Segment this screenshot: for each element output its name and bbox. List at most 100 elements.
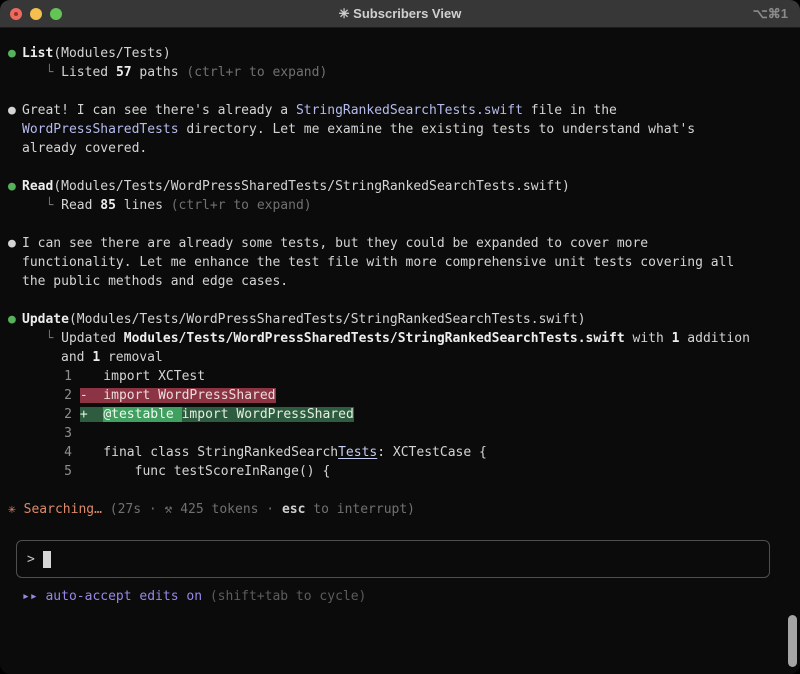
assistant-message-line: the public methods and edge cases. bbox=[8, 272, 792, 291]
scrollbar-thumb[interactable] bbox=[788, 615, 797, 667]
message-bullet-icon: ● bbox=[8, 101, 22, 120]
code-text: : XCTestCase { bbox=[377, 445, 487, 460]
assistant-message-line: WordPressSharedTests directory. Let me e… bbox=[8, 120, 792, 139]
status-line: ✳ Searching… (27s · ⚒ 425 tokens · esc t… bbox=[8, 500, 792, 519]
tool-result-update-cont: and 1 removal bbox=[8, 348, 792, 367]
file-name: StringRankedSearchTests.swift bbox=[296, 103, 523, 118]
message-text: already covered. bbox=[22, 141, 147, 156]
window-title: ✳ Subscribers View bbox=[339, 6, 462, 22]
assistant-message-line: ●Great! I can see there's already a Stri… bbox=[8, 101, 792, 120]
diff-line: 3 bbox=[8, 424, 792, 443]
diff-line: 4 final class StringRankedSearchTests: X… bbox=[8, 443, 792, 462]
message-text: the public methods and edge cases. bbox=[22, 274, 288, 289]
line-number: 2 bbox=[8, 405, 72, 424]
tool-bullet-icon: ● bbox=[8, 177, 22, 196]
titlebar: ✳ Subscribers View ⌥⌘1 bbox=[0, 0, 800, 28]
message-bullet-icon: ● bbox=[8, 234, 22, 253]
tool-call-update: ●Update(Modules/Tests/WordPressSharedTes… bbox=[8, 310, 792, 329]
updated-file-path: Modules/Tests/WordPressSharedTests/Strin… bbox=[124, 331, 625, 346]
mode-line: ▸▸ auto-accept edits on (shift+tab to cy… bbox=[8, 587, 792, 606]
tool-bullet-icon: ● bbox=[8, 44, 22, 63]
diff-line: 5 func testScoreInRange() { bbox=[8, 462, 792, 481]
added-word: @testable bbox=[103, 407, 181, 422]
directory-name: WordPressSharedTests bbox=[22, 122, 179, 137]
result-connector-icon: └ bbox=[22, 331, 61, 346]
tool-args: (Modules/Tests/WordPressSharedTests/Stri… bbox=[53, 179, 570, 194]
result-text: removal bbox=[100, 350, 163, 365]
code-text: import XCTest bbox=[72, 369, 205, 384]
terminal-window: ✳ Subscribers View ⌥⌘1 ●List(Modules/Tes… bbox=[0, 0, 800, 674]
tool-call-list: ●List(Modules/Tests) bbox=[8, 44, 792, 63]
result-text: Updated bbox=[61, 331, 124, 346]
removal-count: 1 bbox=[92, 350, 100, 365]
added-marker: + bbox=[80, 407, 103, 422]
highlighted-identifier[interactable]: Tests bbox=[338, 445, 377, 460]
line-number: 1 bbox=[8, 367, 72, 386]
message-text: I can see there are already some tests, … bbox=[22, 236, 648, 251]
tool-bullet-icon: ● bbox=[8, 310, 22, 329]
message-text: Great! I can see there's already a bbox=[22, 103, 296, 118]
code-text: func testScoreInRange() { bbox=[72, 464, 330, 479]
result-connector-icon: └ bbox=[22, 65, 61, 80]
expand-hint: (ctrl+r to expand) bbox=[186, 65, 327, 80]
diff-line: 1 import XCTest bbox=[8, 367, 792, 386]
spinner-icon: ✳ bbox=[8, 502, 16, 517]
message-text: functionality. Let me enhance the test f… bbox=[22, 255, 734, 270]
status-elapsed: (27s · bbox=[110, 502, 165, 517]
status-tokens: 425 tokens · bbox=[172, 502, 282, 517]
tool-result-read[interactable]: └ Read 85 lines (ctrl+r to expand) bbox=[8, 196, 792, 215]
diff-line-added: 2 + @testable import WordPressShared bbox=[8, 405, 792, 424]
result-text: addition bbox=[679, 331, 749, 346]
result-text: with bbox=[625, 331, 672, 346]
tool-result-list[interactable]: └ Listed 57 paths (ctrl+r to expand) bbox=[8, 63, 792, 82]
blank-line bbox=[8, 82, 792, 101]
traffic-lights bbox=[10, 0, 62, 28]
tool-args: (Modules/Tests) bbox=[53, 46, 170, 61]
result-count: 57 bbox=[116, 65, 132, 80]
expand-hint: (ctrl+r to expand) bbox=[171, 198, 312, 213]
added-code: import WordPressShared bbox=[182, 407, 354, 422]
tool-name: Update bbox=[22, 312, 69, 327]
result-text: and bbox=[61, 350, 92, 365]
line-number: 4 bbox=[8, 443, 72, 462]
assistant-message-line: already covered. bbox=[8, 139, 792, 158]
line-number: 3 bbox=[8, 424, 72, 443]
text-cursor bbox=[43, 551, 51, 568]
tool-args: (Modules/Tests/WordPressSharedTests/Stri… bbox=[69, 312, 586, 327]
tool-call-read: ●Read(Modules/Tests/WordPressSharedTests… bbox=[8, 177, 792, 196]
code-text: final class StringRankedSearch bbox=[72, 445, 338, 460]
removed-code: - import WordPressShared bbox=[80, 388, 276, 403]
message-text: file in the bbox=[523, 103, 617, 118]
blank-line bbox=[8, 481, 792, 500]
auto-accept-label: auto-accept edits on bbox=[38, 589, 210, 604]
close-button[interactable] bbox=[10, 8, 22, 20]
terminal-content: ●List(Modules/Tests) └ Listed 57 paths (… bbox=[0, 28, 800, 606]
assistant-message-line: ●I can see there are already some tests,… bbox=[8, 234, 792, 253]
result-text: Read bbox=[61, 198, 100, 213]
blank-line bbox=[8, 215, 792, 234]
tool-name: List bbox=[22, 46, 53, 61]
blank-line bbox=[8, 158, 792, 177]
esc-key-label: esc bbox=[282, 502, 305, 517]
result-count: 85 bbox=[100, 198, 116, 213]
minimize-button[interactable] bbox=[30, 8, 42, 20]
cycle-hint: (shift+tab to cycle) bbox=[210, 589, 367, 604]
prompt-symbol: > bbox=[27, 552, 35, 567]
result-text: lines bbox=[116, 198, 171, 213]
diff-line-removed: 2 - import WordPressShared bbox=[8, 386, 792, 405]
keyboard-shortcut-badge: ⌥⌘1 bbox=[753, 6, 788, 22]
tool-result-update: └ Updated Modules/Tests/WordPressSharedT… bbox=[8, 329, 792, 348]
prompt-input[interactable]: > bbox=[16, 540, 770, 578]
zoom-button[interactable] bbox=[50, 8, 62, 20]
auto-accept-arrows-icon: ▸▸ bbox=[22, 589, 38, 604]
assistant-message-line: functionality. Let me enhance the test f… bbox=[8, 253, 792, 272]
status-interrupt-hint: to interrupt) bbox=[305, 502, 415, 517]
blank-line bbox=[8, 291, 792, 310]
result-text: paths bbox=[132, 65, 187, 80]
result-text: Listed bbox=[61, 65, 116, 80]
line-number: 2 bbox=[8, 386, 72, 405]
status-label: Searching… bbox=[16, 502, 110, 517]
line-number: 5 bbox=[8, 462, 72, 481]
tool-name: Read bbox=[22, 179, 53, 194]
message-text: directory. Let me examine the existing t… bbox=[179, 122, 696, 137]
